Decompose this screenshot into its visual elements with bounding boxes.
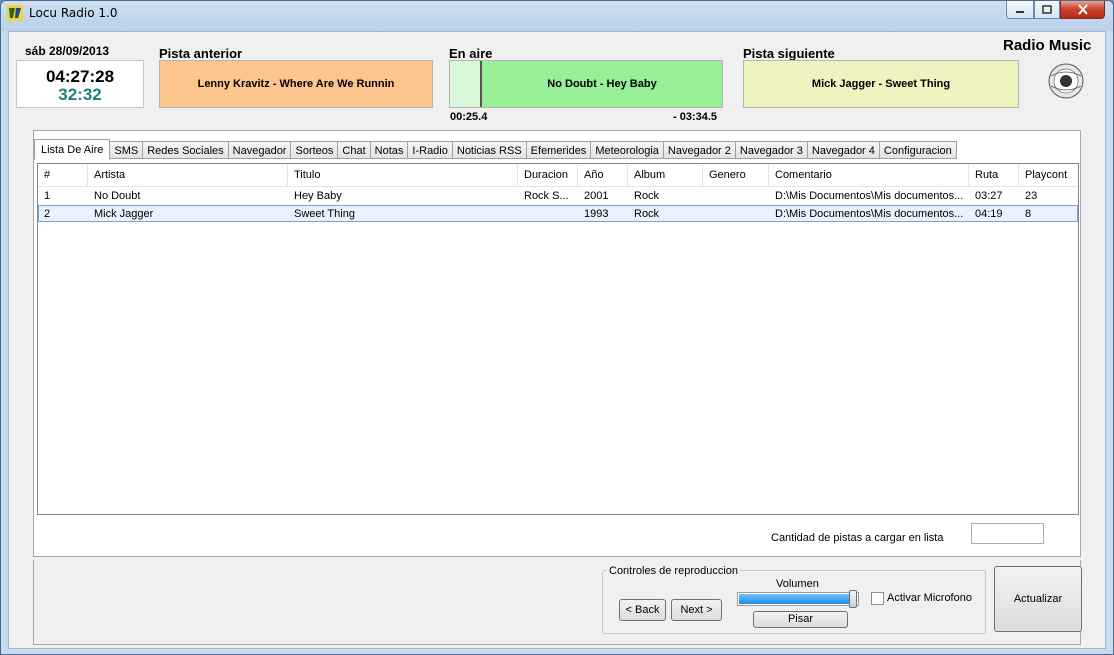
tab-i-radio[interactable]: I-Radio (408, 141, 453, 159)
tab-meteorologia[interactable]: Meteorologia (591, 141, 664, 159)
actualizar-button[interactable]: Actualizar (994, 566, 1082, 632)
col-number[interactable]: # (38, 164, 88, 187)
title-bar[interactable]: Locu Radio 1.0 (1, 1, 1113, 25)
col-comentario[interactable]: Comentario (769, 164, 969, 187)
cell-number: 1 (44, 190, 51, 202)
col-ano[interactable]: Año (578, 164, 628, 187)
tab-efemerides[interactable]: Efemerides (526, 141, 592, 159)
cell-album: Rock (634, 190, 660, 202)
tab-sms[interactable]: SMS (110, 141, 144, 159)
cell-album: Rock (634, 208, 660, 220)
onair-elapsed: 00:25.4 (450, 111, 488, 123)
minimize-icon (1016, 10, 1024, 13)
tab-noticias-rss[interactable]: Noticias RSS (452, 141, 527, 159)
app-window: Locu Radio 1.0 sáb 28/09/2013 04:27:28 3… (0, 0, 1114, 655)
cell-artista: Mick Jagger (94, 208, 154, 220)
playback-controls-legend: Controles de reproduccion (607, 565, 741, 577)
tab-navegador-3[interactable]: Navegador 3 (735, 141, 808, 159)
cell-playcont: 23 (1025, 190, 1038, 202)
onair-remaining: - 03:34.5 (673, 111, 718, 123)
clock-counter: 32:32 (58, 85, 102, 104)
tab-navegador-4[interactable]: Navegador 4 (807, 141, 880, 159)
qty-label: Cantidad de pistas a cargar en lista (771, 532, 944, 544)
table-header: # Artista Titulo Duracion Año Album Gene… (38, 164, 1078, 187)
onair-track-box: No Doubt - Hey Baby (449, 60, 723, 108)
cell-comentario: D:\Mis Documentos\Mis documentos... (775, 208, 964, 220)
cell-ano: 2001 (584, 190, 609, 202)
cell-ano: 1993 (584, 208, 609, 220)
back-button[interactable]: < Back (619, 599, 666, 621)
tab-chat[interactable]: Chat (338, 141, 371, 159)
station-name: Radio Music (1003, 37, 1092, 54)
playlist-table[interactable]: # Artista Titulo Duracion Año Album Gene… (37, 163, 1079, 515)
cell-ruta: 03:27 (975, 190, 1003, 202)
current-date: sáb 28/09/2013 (25, 44, 110, 58)
qty-input[interactable] (971, 523, 1044, 544)
next-track-box: Mick Jagger - Sweet Thing (743, 60, 1019, 108)
window-title: Locu Radio 1.0 (29, 6, 118, 20)
volume-slider-thumb[interactable] (849, 590, 857, 608)
tab-navegador[interactable]: Navegador (228, 141, 292, 159)
mic-checkbox-label: Activar Microfono (887, 592, 972, 604)
cell-titulo: Hey Baby (294, 190, 342, 202)
maximize-button[interactable] (1034, 1, 1060, 19)
close-button[interactable] (1060, 1, 1105, 19)
col-playcont[interactable]: Playcont (1019, 164, 1078, 187)
tab-redes-sociales[interactable]: Redes Sociales (143, 141, 229, 159)
cell-genero (703, 206, 769, 223)
main-client-area: sáb 28/09/2013 04:27:28 32:32 Pista ante… (8, 31, 1106, 649)
tab-sorteos[interactable]: Sorteos (291, 141, 339, 159)
col-duracion[interactable]: Duracion (518, 164, 578, 187)
tab-configuracion[interactable]: Configuracion (879, 141, 957, 159)
mic-checkbox[interactable] (871, 592, 884, 605)
close-icon (1077, 4, 1088, 15)
maximize-icon (1042, 4, 1052, 14)
next-track-label: Pista siguiente (743, 46, 835, 61)
prev-track-label: Pista anterior (159, 46, 243, 61)
music-globe-logo-icon (1048, 63, 1084, 99)
minimize-button[interactable] (1006, 1, 1034, 19)
clock-display: 04:27:28 32:32 (16, 60, 144, 108)
cell-comentario: D:\Mis Documentos\Mis documentos... (775, 190, 964, 202)
cell-ruta: 04:19 (975, 208, 1003, 220)
volume-fill (739, 594, 851, 604)
table-row-selected[interactable]: 2 Mick Jagger Sweet Thing 1993 Rock D:\M… (38, 205, 1078, 222)
clock-time: 04:27:28 (45, 67, 115, 86)
cell-duracion (518, 206, 578, 223)
next-track-title: Mick Jagger - Sweet Thing (811, 78, 951, 90)
table-row[interactable]: 1 No Doubt Hey Baby Rock S... 2001 Rock … (38, 188, 1078, 205)
app-logo-icon (7, 5, 23, 21)
col-titulo[interactable]: Titulo (288, 164, 518, 187)
cell-titulo: Sweet Thing (294, 208, 355, 220)
col-album[interactable]: Album (628, 164, 703, 187)
onair-track-title: No Doubt - Hey Baby (547, 78, 657, 90)
volume-label: Volumen (776, 578, 819, 590)
onair-progress-bar (450, 61, 482, 107)
onair-label: En aire (449, 46, 493, 61)
prev-track-title: Lenny Kravitz - Where Are We Runnin (197, 78, 395, 90)
cell-duracion: Rock S... (524, 190, 569, 202)
prev-track-box: Lenny Kravitz - Where Are We Runnin (159, 60, 433, 108)
cell-number: 2 (44, 208, 51, 220)
tab-lista-de-aire[interactable]: Lista De Aire (34, 139, 111, 160)
tab-navegador-2[interactable]: Navegador 2 (663, 141, 736, 159)
col-artista[interactable]: Artista (88, 164, 288, 187)
next-button[interactable]: Next > (671, 599, 722, 621)
volume-slider[interactable] (737, 592, 859, 606)
cell-playcont: 8 (1025, 208, 1032, 220)
tab-notas[interactable]: Notas (370, 141, 409, 159)
tab-strip: Lista De Aire SMS Redes Sociales Navegad… (34, 139, 957, 160)
pisar-button[interactable]: Pisar (753, 611, 848, 628)
cell-artista: No Doubt (94, 190, 141, 202)
cell-genero (703, 188, 769, 205)
col-genero[interactable]: Genero (703, 164, 769, 187)
col-ruta[interactable]: Ruta (969, 164, 1019, 187)
